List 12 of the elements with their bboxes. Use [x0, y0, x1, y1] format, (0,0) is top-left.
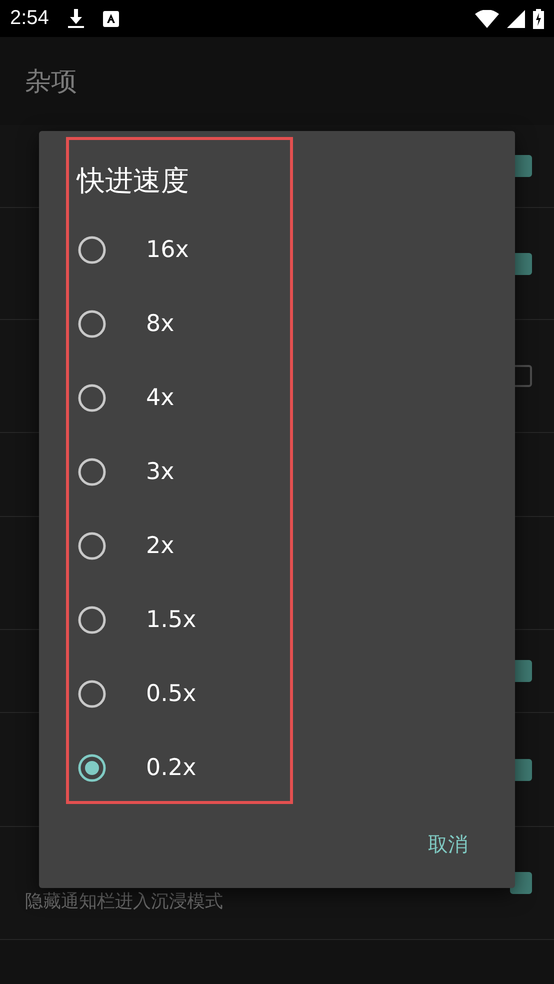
option-label: 0.2x — [146, 755, 196, 781]
option-label: 8x — [146, 311, 174, 337]
page-title: 杂项 — [25, 66, 77, 98]
option-label: 3x — [146, 459, 174, 485]
dialog-title: 快进速度 — [75, 163, 189, 199]
option-label: 2x — [146, 533, 174, 559]
status-time: 2:54 — [10, 7, 49, 30]
option-label: 16x — [146, 237, 189, 263]
option-label: 4x — [146, 385, 174, 411]
option-label: 1.5x — [146, 607, 196, 633]
setting-summary: 隐藏通知栏进入沉浸模式 — [25, 890, 224, 913]
option-label: 0.5x — [146, 681, 196, 707]
